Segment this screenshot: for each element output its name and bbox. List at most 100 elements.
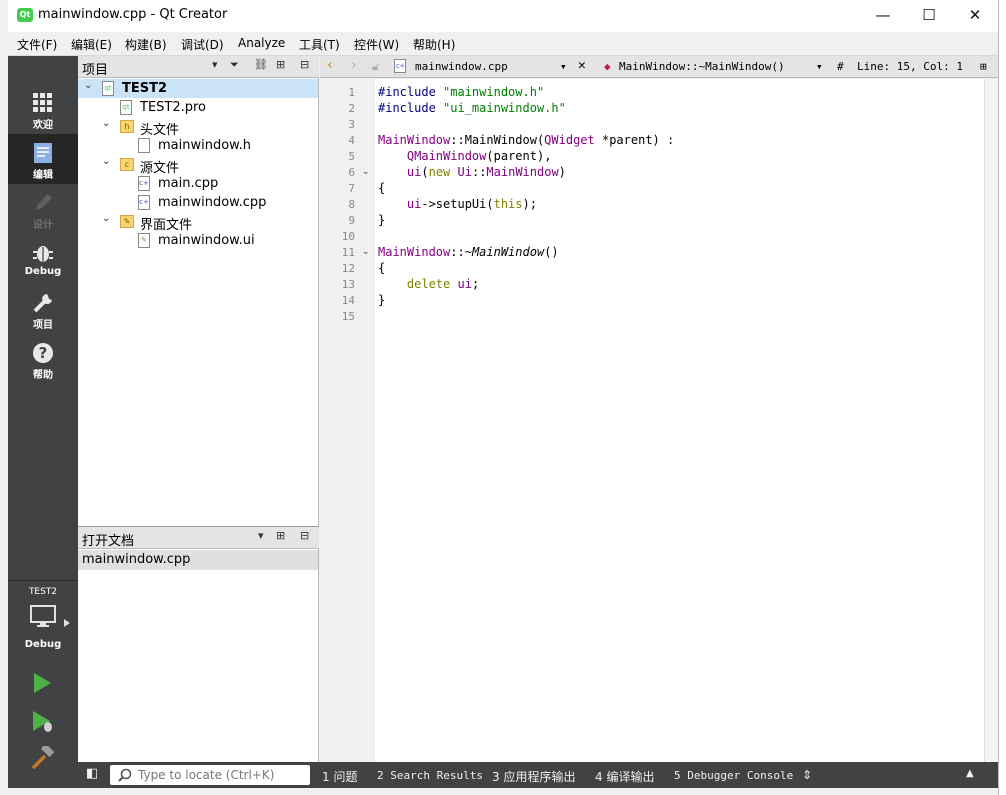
file-dropdown-arrow-icon[interactable]: ▾ bbox=[560, 60, 567, 73]
code-token: new bbox=[428, 165, 451, 179]
tree-item-project-test2[interactable]: ⌄ qt TEST2 bbox=[78, 79, 318, 98]
tree-item-mainwindow-ui[interactable]: ✎ mainwindow.ui bbox=[78, 231, 318, 250]
sources-folder-icon: c bbox=[120, 158, 134, 171]
maximize-button[interactable]: ☐ bbox=[906, 0, 952, 30]
collapse-arrow-icon[interactable]: ⌄ bbox=[102, 118, 110, 129]
menu-tools[interactable]: 工具(T) bbox=[299, 36, 340, 53]
pane-debugger-console[interactable]: 5 Debugger Console bbox=[674, 769, 793, 782]
kit-selector[interactable]: TEST2 Debug bbox=[8, 580, 78, 660]
symbol-selector[interactable]: MainWindow::~MainWindow() bbox=[619, 60, 785, 73]
split-icon[interactable]: ⊞ bbox=[276, 58, 285, 71]
pane-application-output[interactable]: 3 应用程序输出 bbox=[492, 768, 575, 785]
menu-help[interactable]: 帮助(H) bbox=[413, 36, 455, 53]
code-line: #include "ui_mainwindow.h" bbox=[378, 101, 566, 117]
open-document-item[interactable]: mainwindow.cpp bbox=[78, 550, 318, 570]
tree-item-mainwindow-h[interactable]: mainwindow.h bbox=[78, 136, 318, 155]
menu-debug[interactable]: 调试(D) bbox=[181, 36, 224, 53]
menu-file[interactable]: 文件(F) bbox=[17, 36, 57, 53]
tree-item-forms-folder[interactable]: ⌄ ✎ 界面文件 bbox=[78, 212, 318, 233]
line-number: 6 bbox=[348, 166, 355, 179]
tree-item-sources-folder[interactable]: ⌄ c 源文件 bbox=[78, 155, 318, 176]
split-editor-icon[interactable]: ⊞ bbox=[980, 60, 987, 73]
pane-issues[interactable]: 1 问题 bbox=[322, 768, 357, 785]
fold-arrow-icon[interactable]: ⌄ bbox=[362, 167, 370, 177]
code-token: ::MainWindow( bbox=[450, 133, 545, 147]
close-button[interactable]: ✕ bbox=[952, 0, 998, 30]
collapse-panel-icon[interactable]: ⊟ bbox=[300, 58, 309, 71]
code-token: ( bbox=[421, 165, 429, 179]
expand-output-icon[interactable]: ▲ bbox=[966, 768, 974, 779]
back-arrow-icon[interactable]: ‹ bbox=[326, 58, 334, 73]
code-token: MainWindow bbox=[378, 133, 451, 147]
locator-input[interactable]: Type to locate (Ctrl+K) bbox=[110, 765, 310, 785]
line-number: 8 bbox=[348, 198, 355, 211]
tree-item-mainwindow-cpp[interactable]: c+ mainwindow.cpp bbox=[78, 193, 318, 212]
fold-arrow-icon[interactable]: ⌄ bbox=[362, 247, 370, 257]
close-document-icon[interactable]: ✕ bbox=[578, 58, 586, 73]
tree-item-label: mainwindow.h bbox=[158, 138, 251, 153]
target-project-label: TEST2 bbox=[28, 587, 58, 597]
symbol-diamond-icon: ◆ bbox=[604, 60, 611, 73]
code-line: #include "mainwindow.h" bbox=[378, 85, 544, 101]
tree-item-pro-file[interactable]: qt TEST2.pro bbox=[78, 98, 318, 117]
forward-arrow-icon[interactable]: › bbox=[350, 58, 358, 73]
mode-help[interactable]: ? 帮助 bbox=[8, 334, 78, 384]
project-panel-title: 项目 bbox=[82, 63, 109, 78]
line-number-gutter: 1 2 3 4 5 6 ⌄ 7 8 9 10 11 ⌄ 12 13 14 15 bbox=[320, 79, 375, 762]
ui-file-icon: ✎ bbox=[138, 233, 150, 248]
tree-item-main-cpp[interactable]: c+ main.cpp bbox=[78, 174, 318, 193]
code-line: delete ui; bbox=[378, 277, 479, 293]
minimize-button[interactable]: — bbox=[860, 0, 906, 30]
code-token: ::~ bbox=[450, 245, 472, 259]
mode-design[interactable]: 设计 bbox=[8, 184, 78, 234]
collapse-arrow-icon[interactable]: ⌄ bbox=[102, 156, 110, 167]
code-token: this bbox=[493, 197, 523, 211]
pane-search-results[interactable]: 2 Search Results bbox=[377, 769, 483, 782]
cursor-position[interactable]: Line: 15, Col: 1 bbox=[857, 60, 963, 73]
debug-run-icon[interactable] bbox=[31, 710, 55, 734]
filter-icon[interactable]: ⏷ bbox=[230, 58, 239, 72]
menu-analyze[interactable]: Analyze bbox=[238, 36, 285, 50]
tree-item-label: TEST2 bbox=[122, 81, 168, 96]
h-file-icon bbox=[138, 138, 150, 153]
mode-edit[interactable]: 编辑 bbox=[8, 134, 78, 184]
line-number: 14 bbox=[341, 294, 355, 307]
pane-selector-arrows-icon[interactable]: ⇕ bbox=[802, 768, 812, 782]
run-icon[interactable] bbox=[32, 672, 52, 694]
line-number: 2 bbox=[348, 102, 355, 115]
toggle-sidebar-icon[interactable]: ◧ bbox=[86, 766, 98, 781]
code-token: MainWindow bbox=[471, 245, 545, 259]
hash-indicator: # bbox=[837, 60, 844, 73]
current-file-selector[interactable]: mainwindow.cpp bbox=[415, 60, 508, 73]
view-dropdown-arrow-icon[interactable]: ▾ bbox=[212, 58, 218, 71]
tree-item-headers-folder[interactable]: ⌄ h 头文件 bbox=[78, 117, 318, 138]
menu-controls[interactable]: 控件(W) bbox=[354, 36, 399, 53]
code-token: (parent), bbox=[486, 149, 552, 163]
mode-debug[interactable]: Debug bbox=[8, 234, 78, 284]
window-title: mainwindow.cpp - Qt Creator bbox=[38, 7, 228, 22]
collapse-panel-icon[interactable]: ⊟ bbox=[300, 529, 309, 542]
code-token: QWidget bbox=[544, 133, 595, 147]
pane-compile-output[interactable]: 4 编译输出 bbox=[595, 768, 654, 785]
svg-text:?: ? bbox=[39, 344, 48, 362]
open-documents-title: 打开文档 bbox=[82, 534, 135, 549]
tree-item-label: mainwindow.cpp bbox=[158, 195, 267, 210]
menu-build[interactable]: 构建(B) bbox=[125, 36, 167, 53]
collapse-arrow-icon[interactable]: ⌄ bbox=[102, 213, 110, 224]
view-dropdown-arrow-icon[interactable]: ▾ bbox=[258, 529, 264, 542]
link-icon[interactable]: ⛓ bbox=[254, 58, 268, 71]
split-icon[interactable]: ⊞ bbox=[276, 529, 285, 542]
build-hammer-icon[interactable] bbox=[31, 746, 55, 770]
code-editor[interactable]: 1 2 3 4 5 6 ⌄ 7 8 9 10 11 ⌄ 12 13 14 15 #include "mainwi… bbox=[320, 79, 998, 762]
headers-folder-icon: h bbox=[120, 120, 134, 133]
menu-bar: 文件(F) 编辑(E) 构建(B) 调试(D) Analyze 工具(T) 控件… bbox=[8, 32, 998, 56]
wrench-icon bbox=[33, 294, 52, 313]
vertical-scrollbar[interactable] bbox=[984, 79, 998, 762]
mode-welcome[interactable]: 欢迎 bbox=[8, 84, 78, 134]
code-token: } bbox=[378, 213, 386, 227]
menu-edit[interactable]: 编辑(E) bbox=[71, 36, 112, 53]
mode-projects[interactable]: 项目 bbox=[8, 284, 78, 334]
symbol-dropdown-arrow-icon[interactable]: ▾ bbox=[816, 60, 823, 73]
collapse-arrow-icon[interactable]: ⌄ bbox=[84, 80, 92, 91]
